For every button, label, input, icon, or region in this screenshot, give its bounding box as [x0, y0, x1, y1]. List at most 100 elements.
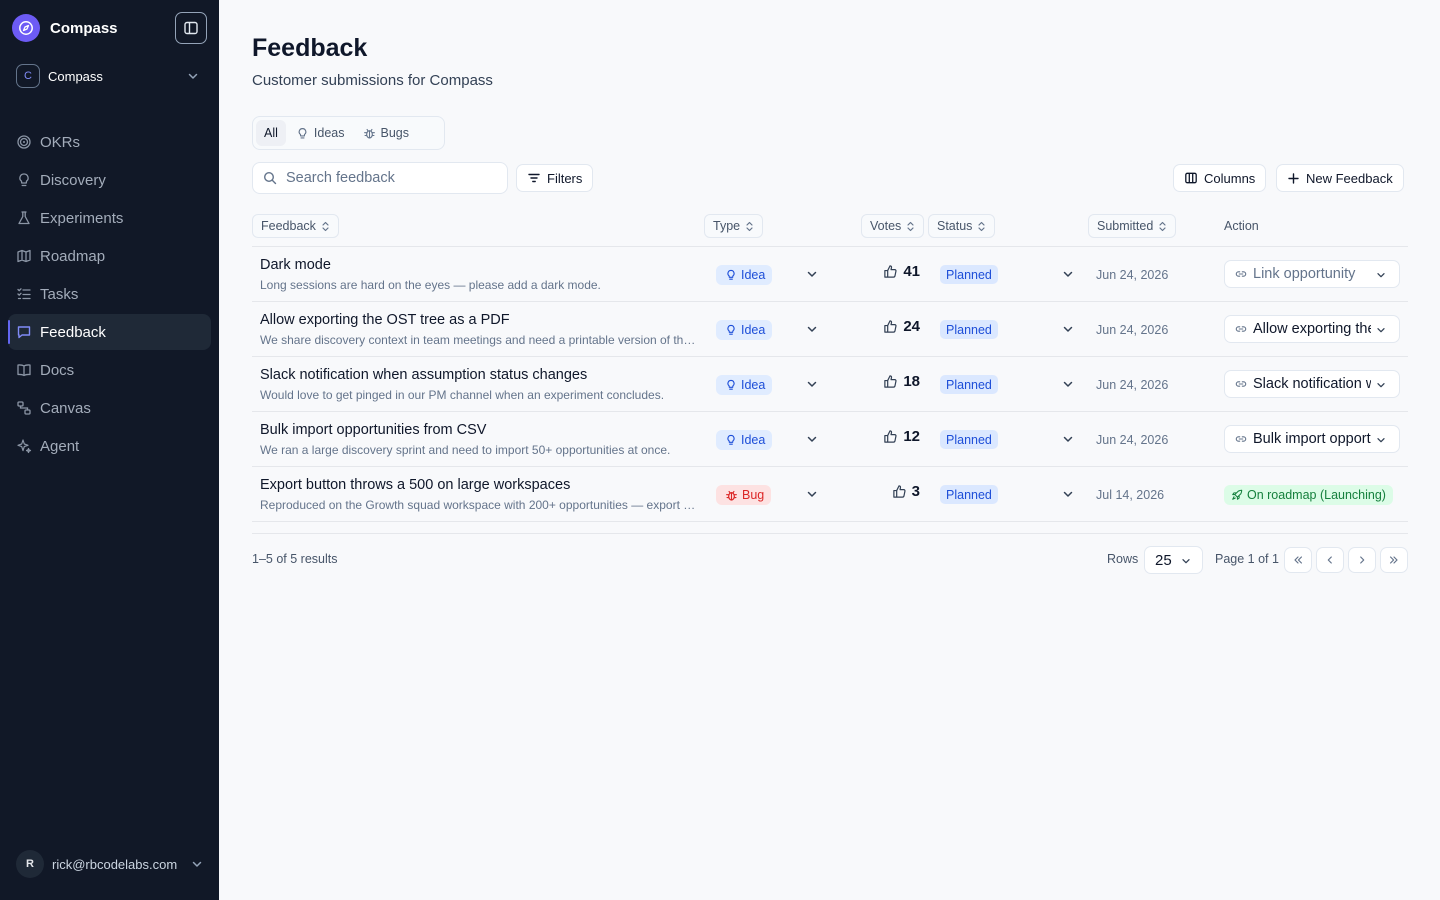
select-value: Allow exporting the OST tree as a PDF — [1253, 321, 1371, 337]
type-dropdown-chevron-icon[interactable] — [805, 487, 819, 501]
vote-button[interactable]: 41 — [872, 263, 920, 280]
link-icon — [1235, 381, 1247, 387]
link-icon — [1235, 271, 1247, 277]
search-input[interactable] — [286, 170, 486, 186]
lightbulb-icon — [298, 127, 307, 139]
status-dropdown-chevron-icon[interactable] — [1061, 322, 1075, 336]
sort-votes-button[interactable]: Votes — [861, 214, 925, 238]
sidebar-item-feedback[interactable]: Feedback — [8, 314, 211, 350]
type-badge: Idea — [716, 430, 773, 450]
rows-per-page-label: Rows — [1107, 552, 1139, 566]
last-page-button[interactable] — [1380, 547, 1408, 573]
submitted-date: Jun 24, 2026 — [1096, 268, 1169, 282]
sidebar-item-label: Tasks — [40, 285, 79, 303]
vote-button[interactable]: 24 — [872, 318, 920, 335]
thumbs-up-icon — [884, 375, 897, 388]
column-header-submitted: Submitted — [1097, 219, 1154, 233]
table-header: Feedback Type Votes Status Submitted Act… — [252, 213, 1408, 247]
status-badge: Planned — [940, 485, 998, 504]
sort-submitted-button[interactable]: Submitted — [1088, 214, 1177, 238]
submitted-date: Jun 24, 2026 — [1096, 378, 1169, 392]
tab-ideas[interactable]: Ideas — [288, 120, 353, 146]
link-opportunity-select[interactable]: Bulk import opportunities from CSV — [1224, 425, 1400, 453]
feedback-description: We ran a large discovery sprint and need… — [260, 443, 671, 457]
type-dropdown-chevron-icon[interactable] — [805, 267, 819, 281]
new-feedback-button[interactable]: New Feedback — [1276, 164, 1404, 192]
type-label: Idea — [741, 323, 766, 337]
sidebar-nav: OKRs Discovery Experiments Roadmap Tasks… — [8, 124, 211, 466]
sidebar-item-experiments[interactable]: Experiments — [8, 200, 211, 236]
feedback-title: Dark mode — [260, 257, 331, 273]
sidebar-item-tasks[interactable]: Tasks — [8, 276, 211, 312]
status-dropdown-chevron-icon[interactable] — [1061, 432, 1075, 446]
link-opportunity-select[interactable]: Allow exporting the OST tree as a PDF — [1224, 315, 1400, 343]
chevron-down-icon — [192, 861, 202, 867]
sidebar-item-label: OKRs — [40, 133, 81, 151]
table-row[interactable]: Dark mode Long sessions are hard on the … — [252, 247, 1408, 302]
vote-button[interactable]: 12 — [872, 428, 920, 445]
type-label: Idea — [741, 433, 766, 447]
status-dropdown-chevron-icon[interactable] — [1061, 377, 1075, 391]
rocket-icon — [1232, 489, 1243, 500]
link-opportunity-select[interactable]: Slack notification when assumption statu… — [1224, 370, 1400, 398]
lightbulb-icon — [16, 172, 32, 188]
column-header-votes: Votes — [870, 219, 902, 233]
link-opportunity-select[interactable]: Link opportunity — [1224, 260, 1400, 288]
sidebar-item-label: Experiments — [40, 209, 124, 227]
rows-per-page-select[interactable]: 25 — [1144, 546, 1203, 574]
sidebar-item-okrs[interactable]: OKRs — [8, 124, 211, 160]
table-row[interactable]: Export button throws a 500 on large work… — [252, 467, 1408, 522]
sidebar-item-label: Roadmap — [40, 247, 106, 265]
table-row[interactable]: Slack notification when assumption statu… — [252, 357, 1408, 412]
type-dropdown-chevron-icon[interactable] — [805, 432, 819, 446]
sidebar-toggle-button[interactable] — [175, 12, 207, 44]
previous-page-button[interactable] — [1316, 547, 1344, 573]
lightbulb-icon — [727, 434, 735, 445]
sparkles-icon — [16, 438, 32, 454]
table-row[interactable]: Bulk import opportunities from CSV We ra… — [252, 412, 1408, 467]
sidebar-item-discovery[interactable]: Discovery — [8, 162, 211, 198]
chevron-down-icon — [1182, 559, 1190, 564]
status-badge: Planned — [940, 430, 998, 449]
chevron-down-icon — [188, 73, 198, 79]
table-row[interactable]: Allow exporting the OST tree as a PDF We… — [252, 302, 1408, 357]
brand[interactable]: Compass — [12, 14, 118, 42]
submitted-date: Jun 24, 2026 — [1096, 323, 1169, 337]
page-indicator: Page 1 of 1 — [1215, 552, 1279, 566]
sidebar-item-docs[interactable]: Docs — [8, 352, 211, 388]
type-dropdown-chevron-icon[interactable] — [805, 322, 819, 336]
next-page-button[interactable] — [1348, 547, 1376, 573]
sort-status-button[interactable]: Status — [928, 214, 996, 238]
workflow-icon — [16, 400, 32, 416]
chevron-down-icon — [1377, 328, 1385, 333]
table-footer-divider — [252, 533, 1408, 534]
user-menu[interactable]: R rick@rbcodelabs.com — [16, 850, 206, 878]
vote-count: 18 — [903, 373, 920, 390]
column-header-action: Action — [1224, 219, 1259, 233]
column-header-type: Type — [713, 219, 741, 233]
roadmap-status-badge[interactable]: On roadmap (Launching) — [1224, 485, 1393, 505]
chevron-down-icon — [1377, 383, 1385, 388]
sort-type-button[interactable]: Type — [704, 214, 764, 238]
vote-button[interactable]: 3 — [872, 483, 920, 500]
link-icon — [1235, 326, 1247, 332]
sidebar-item-canvas[interactable]: Canvas — [8, 390, 211, 426]
workspace-switcher[interactable]: C Compass — [16, 63, 204, 89]
sidebar-item-roadmap[interactable]: Roadmap — [8, 238, 211, 274]
type-dropdown-chevron-icon[interactable] — [805, 377, 819, 391]
columns-label: Columns — [1204, 170, 1256, 186]
feedback-description: Would love to get pinged in our PM chann… — [260, 388, 665, 402]
filters-button[interactable]: Filters — [516, 164, 594, 192]
status-dropdown-chevron-icon[interactable] — [1061, 267, 1075, 281]
tab-all[interactable]: All — [256, 120, 286, 146]
submitted-date: Jul 14, 2026 — [1096, 488, 1165, 502]
status-dropdown-chevron-icon[interactable] — [1061, 487, 1075, 501]
first-page-button[interactable] — [1284, 547, 1312, 573]
status-badge: Planned — [940, 320, 998, 339]
columns-button[interactable]: Columns — [1173, 164, 1267, 192]
sidebar-item-agent[interactable]: Agent — [8, 428, 211, 464]
vote-button[interactable]: 18 — [872, 373, 920, 390]
type-badge: Idea — [716, 320, 773, 340]
sort-feedback-button[interactable]: Feedback — [252, 214, 339, 238]
tab-bugs[interactable]: Bugs — [355, 120, 418, 146]
